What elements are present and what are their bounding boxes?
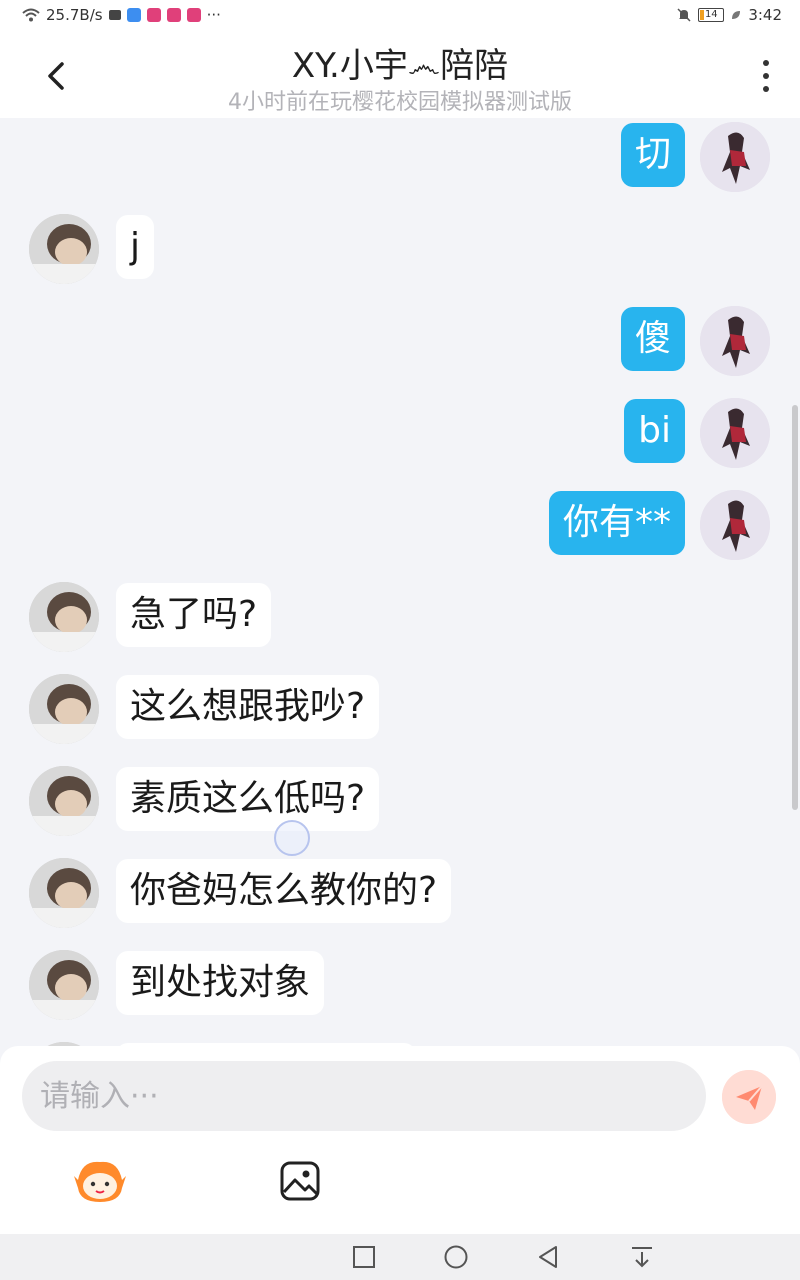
- app-notify-icon: [126, 8, 141, 22]
- contact-avatar[interactable]: [29, 858, 99, 928]
- message-bubble[interactable]: 急了吗?: [116, 583, 272, 647]
- send-button[interactable]: [722, 1070, 776, 1124]
- video-icon: [108, 10, 121, 20]
- nav-down-icon[interactable]: [629, 1244, 655, 1270]
- mute-icon: [677, 8, 691, 22]
- my-avatar[interactable]: [700, 490, 770, 560]
- contact-avatar[interactable]: [29, 766, 99, 836]
- status-left: 25.7B/s ···: [22, 6, 221, 24]
- image-icon: [280, 1161, 320, 1201]
- contact-avatar[interactable]: [29, 950, 99, 1020]
- message-bubble[interactable]: 你爸妈怎么教你的?: [116, 859, 452, 923]
- scrollbar[interactable]: [792, 405, 798, 810]
- network-speed: 25.7B/s: [46, 6, 103, 24]
- app-notify-icon: [166, 8, 181, 22]
- nav-home-icon[interactable]: [443, 1244, 469, 1270]
- contact-avatar[interactable]: [29, 582, 99, 652]
- touch-indicator: [274, 820, 310, 856]
- message-bubble[interactable]: 素质这么低吗?: [116, 767, 380, 831]
- my-avatar[interactable]: [700, 122, 770, 192]
- clock: 3:42: [748, 6, 782, 24]
- system-nav-bar: [0, 1234, 800, 1280]
- message-input[interactable]: [22, 1061, 706, 1131]
- nav-square-icon[interactable]: [351, 1244, 377, 1270]
- compose-panel: [0, 1046, 800, 1234]
- more-notifications-icon: ···: [206, 6, 221, 24]
- nav-back-icon[interactable]: [536, 1244, 562, 1270]
- message-bubble[interactable]: 这么想跟我吵?: [116, 675, 380, 739]
- contact-status: 4小时前在玩樱花校园模拟器测试版: [228, 90, 572, 115]
- message-bubble[interactable]: bi: [624, 399, 685, 463]
- leaf-icon: [732, 11, 741, 19]
- battery-icon: 14: [698, 8, 725, 22]
- my-avatar[interactable]: [700, 306, 770, 376]
- send-icon: [722, 1070, 776, 1124]
- more-icon: [763, 60, 769, 66]
- message-bubble[interactable]: 到处找对象: [116, 951, 325, 1015]
- emoji-button[interactable]: [72, 1156, 128, 1206]
- wifi-icon: [22, 8, 40, 22]
- message-bubble[interactable]: j: [116, 215, 155, 279]
- app-notify-icon: [186, 8, 201, 22]
- chat-header: XY.小宇෴陪陪 4小时前在玩樱花校园模拟器测试版: [0, 34, 800, 118]
- contact-avatar[interactable]: [29, 674, 99, 744]
- message-bubble[interactable]: 傻: [620, 307, 685, 371]
- message-bubble[interactable]: 你有**: [548, 491, 685, 555]
- status-bar: 25.7B/s ··· 14 3:42: [0, 0, 800, 34]
- battery-level: 14: [704, 9, 718, 20]
- message-bubble[interactable]: 切: [620, 123, 685, 187]
- contact-name: XY.小宇෴陪陪: [291, 46, 509, 86]
- contact-avatar[interactable]: [29, 214, 99, 284]
- emoji-icon: [74, 1161, 126, 1202]
- my-avatar[interactable]: [700, 398, 770, 468]
- more-button[interactable]: [758, 56, 774, 96]
- app-notify-icon: [146, 8, 161, 22]
- message-list[interactable]: 切 j 傻 bi 你有** 急了吗? 这么想跟我吵? 素质这么低吗? 你爸妈怎么…: [0, 118, 800, 1048]
- image-button[interactable]: [279, 1160, 321, 1202]
- status-right: 14 3:42: [676, 6, 782, 24]
